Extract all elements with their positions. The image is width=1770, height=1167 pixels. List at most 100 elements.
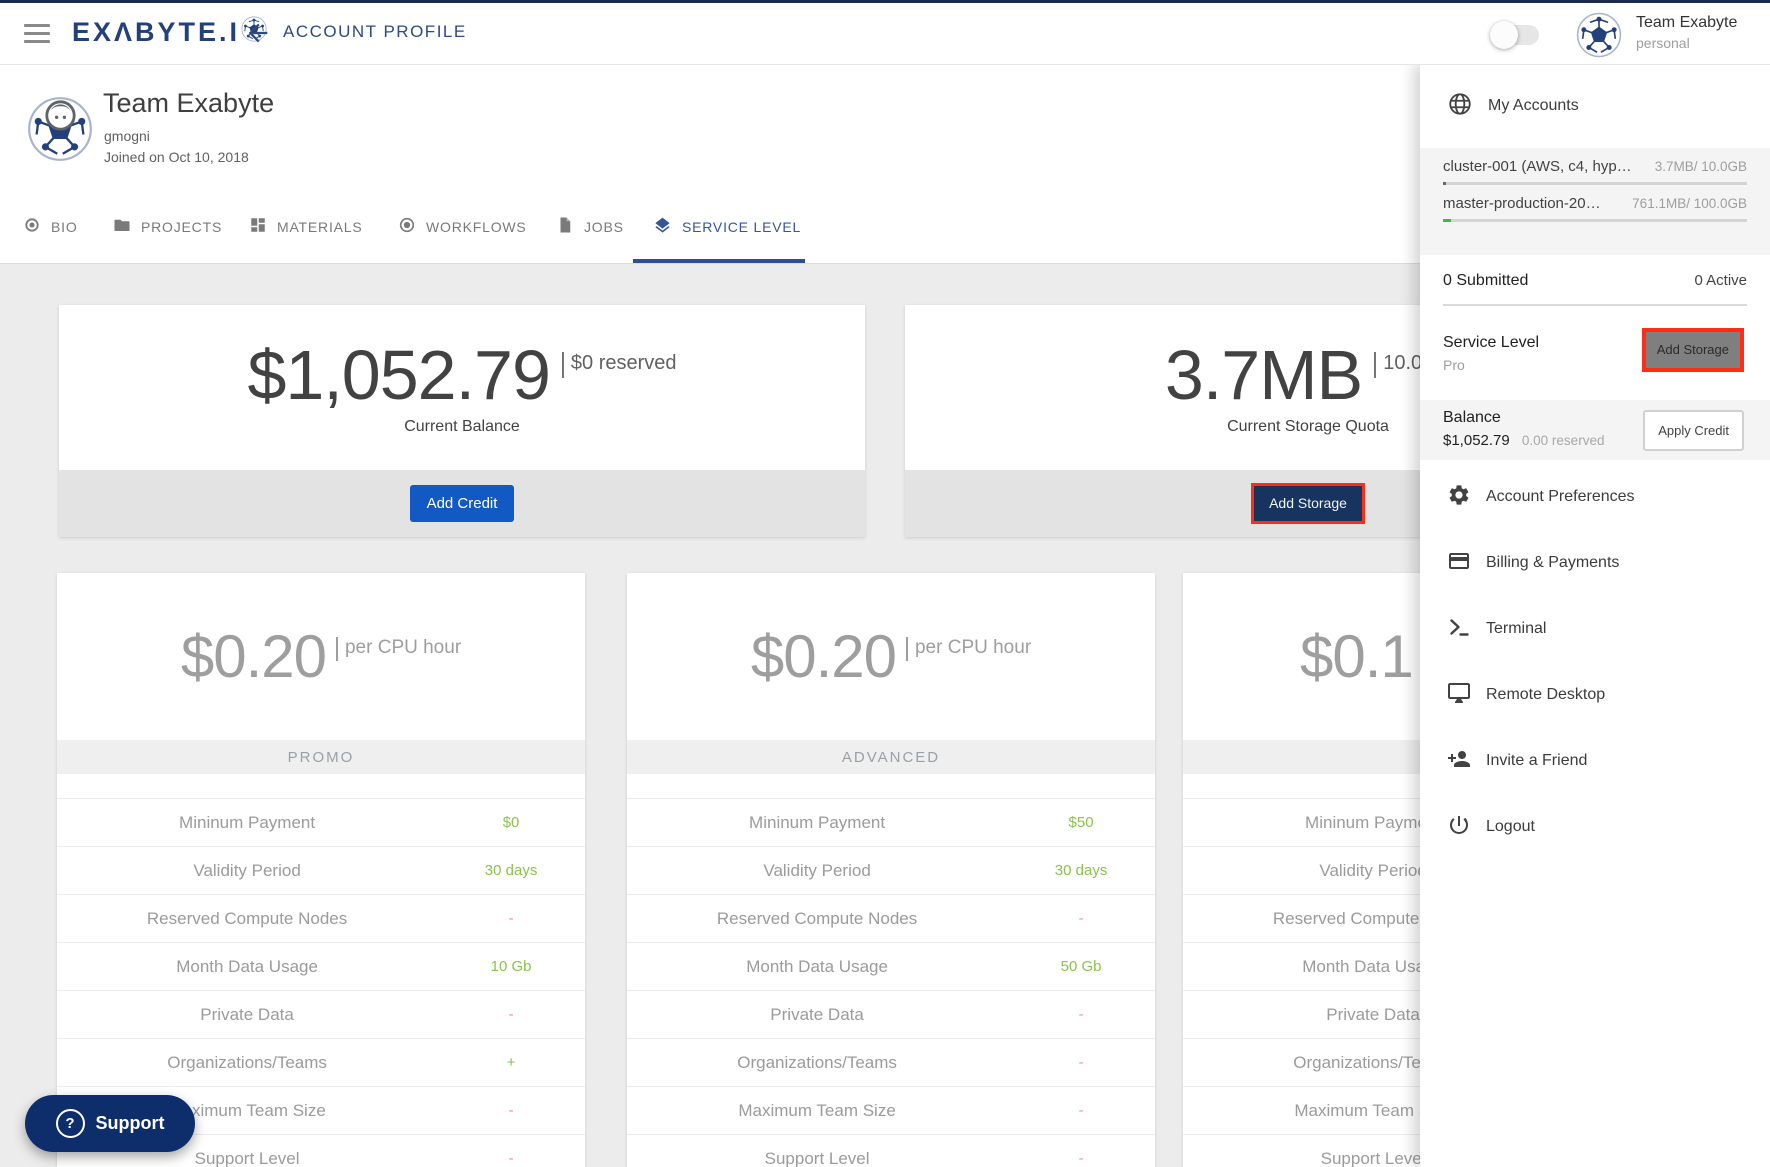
menu-item-remote-desktop[interactable]: Remote Desktop bbox=[1420, 662, 1770, 728]
add-credit-button[interactable]: Add Credit bbox=[410, 485, 515, 522]
menu-item-label: Account Preferences bbox=[1486, 488, 1635, 506]
support-button[interactable]: ? Support bbox=[25, 1095, 195, 1152]
usage-progress-bar bbox=[1443, 182, 1747, 185]
plan-feature-row: Private Data- bbox=[57, 991, 585, 1039]
feature-value: - bbox=[437, 1150, 585, 1167]
feature-value: $50 bbox=[1007, 814, 1155, 831]
topbar: EXΛBYTE.I ACCOUNT PROFILE Team Exabyte p… bbox=[0, 3, 1770, 65]
menu-item-terminal[interactable]: Terminal bbox=[1420, 596, 1770, 662]
tab-materials[interactable]: MATERIALS bbox=[249, 216, 363, 237]
plan-feature-row: Support Level- bbox=[627, 1135, 1155, 1167]
plan-price: $0.1 bbox=[1300, 627, 1413, 687]
plan-price-unit: per CPU hour bbox=[336, 637, 461, 661]
plan-feature-row: Reserved Compute Nodes- bbox=[57, 895, 585, 943]
feature-value: - bbox=[1007, 910, 1155, 927]
jobs-submitted: 0 Submitted bbox=[1443, 272, 1528, 290]
apply-credit-button[interactable]: Apply Credit bbox=[1643, 410, 1744, 451]
tab-bio[interactable]: BIO bbox=[23, 216, 78, 237]
feature-label: Private Data bbox=[57, 1005, 437, 1025]
user-name: Team Exabyte bbox=[1636, 14, 1737, 32]
tab-label: MATERIALS bbox=[277, 219, 363, 235]
menu-item-account-preferences[interactable]: Account Preferences bbox=[1420, 464, 1770, 530]
menu-item-label: Invite a Friend bbox=[1486, 752, 1587, 770]
menu-item-label: Billing & Payments bbox=[1486, 554, 1619, 572]
question-icon: ? bbox=[56, 1109, 85, 1138]
active-tab-underline bbox=[633, 259, 805, 263]
user-avatar[interactable] bbox=[1576, 12, 1622, 58]
feature-value: - bbox=[1007, 1054, 1155, 1071]
plan-feature-row: Mininum Payment$50 bbox=[627, 799, 1155, 847]
menu-item-logout[interactable]: Logout bbox=[1420, 794, 1770, 860]
hamburger-menu-icon[interactable] bbox=[24, 24, 50, 43]
plan-feature-row: Organizations/Teams- bbox=[627, 1039, 1155, 1087]
support-label: Support bbox=[96, 1113, 165, 1134]
plan-spacer-row bbox=[57, 774, 585, 799]
account-menu: Account Preferences Billing & Payments Ter… bbox=[1420, 460, 1770, 860]
cluster-account-row[interactable]: cluster-001 (AWS, c4, hyp…3.7MB/ 10.0GB bbox=[1443, 148, 1747, 185]
account-dropdown-panel: My Accounts cluster-001 (AWS, c4, hyp…3.… bbox=[1420, 64, 1770, 1167]
menu-item-label: Terminal bbox=[1486, 620, 1546, 638]
feature-label: Private Data bbox=[627, 1005, 1007, 1025]
plan-name: PROMO bbox=[57, 740, 585, 774]
terminal-icon bbox=[1447, 615, 1471, 644]
exabyte-logo[interactable]: EXΛBYTE.I bbox=[72, 16, 267, 49]
cluster-name: master-production-20… bbox=[1443, 195, 1601, 212]
layers-icon bbox=[653, 216, 672, 238]
feature-value: - bbox=[1007, 1150, 1155, 1167]
bullseye-icon bbox=[398, 216, 416, 237]
tab-projects[interactable]: PROJECTS bbox=[113, 216, 222, 237]
plan-feature-row: Organizations/Teams+ bbox=[57, 1039, 585, 1087]
dashboard-icon bbox=[249, 216, 267, 237]
feature-value: + bbox=[437, 1054, 585, 1071]
tab-jobs[interactable]: JOBS bbox=[556, 216, 624, 237]
plan-feature-row: Maximum Team Size- bbox=[627, 1087, 1155, 1135]
jobs-summary-row[interactable]: 0 Submitted 0 Active bbox=[1420, 255, 1770, 306]
plan-feature-row: Month Data Usage50 Gb bbox=[627, 943, 1155, 991]
menu-item-label: Remote Desktop bbox=[1486, 686, 1605, 704]
storage-quota-used: 3.7MB bbox=[1165, 340, 1362, 410]
add-storage-highlight-box: Add Storage bbox=[1251, 483, 1365, 524]
balance-card: $1,052.79 $0 reserved Current Balance Ad… bbox=[59, 305, 865, 537]
add-storage-button[interactable]: Add Storage bbox=[1254, 486, 1362, 521]
menu-item-billing-payments[interactable]: Billing & Payments bbox=[1420, 530, 1770, 596]
my-accounts-item[interactable]: My Accounts bbox=[1420, 64, 1770, 148]
storage-card-label: Current Storage Quota bbox=[1227, 418, 1389, 436]
document-icon bbox=[556, 216, 574, 237]
tab-label: WORKFLOWS bbox=[426, 219, 527, 235]
my-accounts-label: My Accounts bbox=[1488, 97, 1579, 115]
feature-value: 30 days bbox=[437, 862, 585, 879]
back-arrow-icon[interactable] bbox=[244, 19, 272, 47]
feature-label: Maximum Team Size bbox=[627, 1101, 1007, 1121]
tab-label: PROJECTS bbox=[141, 219, 222, 235]
jobs-active: 0 Active bbox=[1694, 272, 1747, 289]
menu-item-invite-a-friend[interactable]: Invite a Friend bbox=[1420, 728, 1770, 794]
user-menu-trigger[interactable]: Team Exabyte personal bbox=[1636, 14, 1737, 51]
tab-service-level[interactable]: SERVICE LEVEL bbox=[653, 216, 801, 238]
feature-label: Validity Period bbox=[627, 861, 1007, 881]
tab-workflows[interactable]: WORKFLOWS bbox=[398, 216, 527, 237]
page-title: ACCOUNT PROFILE bbox=[283, 22, 467, 42]
theme-toggle[interactable] bbox=[1493, 25, 1539, 45]
feature-label: Organizations/Teams bbox=[57, 1053, 437, 1073]
feature-value: - bbox=[1007, 1006, 1155, 1023]
balance-reserved: 0.00 reserved bbox=[1522, 433, 1605, 448]
feature-value: - bbox=[437, 1102, 585, 1119]
tab-label: BIO bbox=[51, 219, 78, 235]
plan-spacer-row bbox=[627, 774, 1155, 799]
feature-label: Month Data Usage bbox=[627, 957, 1007, 977]
usage-progress-bar bbox=[1443, 219, 1747, 222]
feature-value: $0 bbox=[437, 814, 585, 831]
power-icon bbox=[1447, 813, 1471, 842]
feature-label: Organizations/Teams bbox=[627, 1053, 1007, 1073]
balance-card-label: Current Balance bbox=[404, 418, 520, 436]
toggle-knob bbox=[1490, 21, 1518, 49]
panel-add-storage-highlight-box: Add Storage bbox=[1642, 328, 1744, 372]
cluster-account-row[interactable]: master-production-20…761.1MB/ 100.0GB bbox=[1443, 185, 1747, 222]
cluster-usage: 3.7MB/ 10.0GB bbox=[1655, 159, 1747, 174]
plan-feature-row: Month Data Usage10 Gb bbox=[57, 943, 585, 991]
panel-add-storage-button[interactable]: Add Storage bbox=[1646, 332, 1740, 368]
plan-feature-row: Mininum Payment$0 bbox=[57, 799, 585, 847]
feature-label: Mininum Payment bbox=[57, 813, 437, 833]
feature-value: - bbox=[1007, 1102, 1155, 1119]
plan-feature-row: Private Data- bbox=[627, 991, 1155, 1039]
